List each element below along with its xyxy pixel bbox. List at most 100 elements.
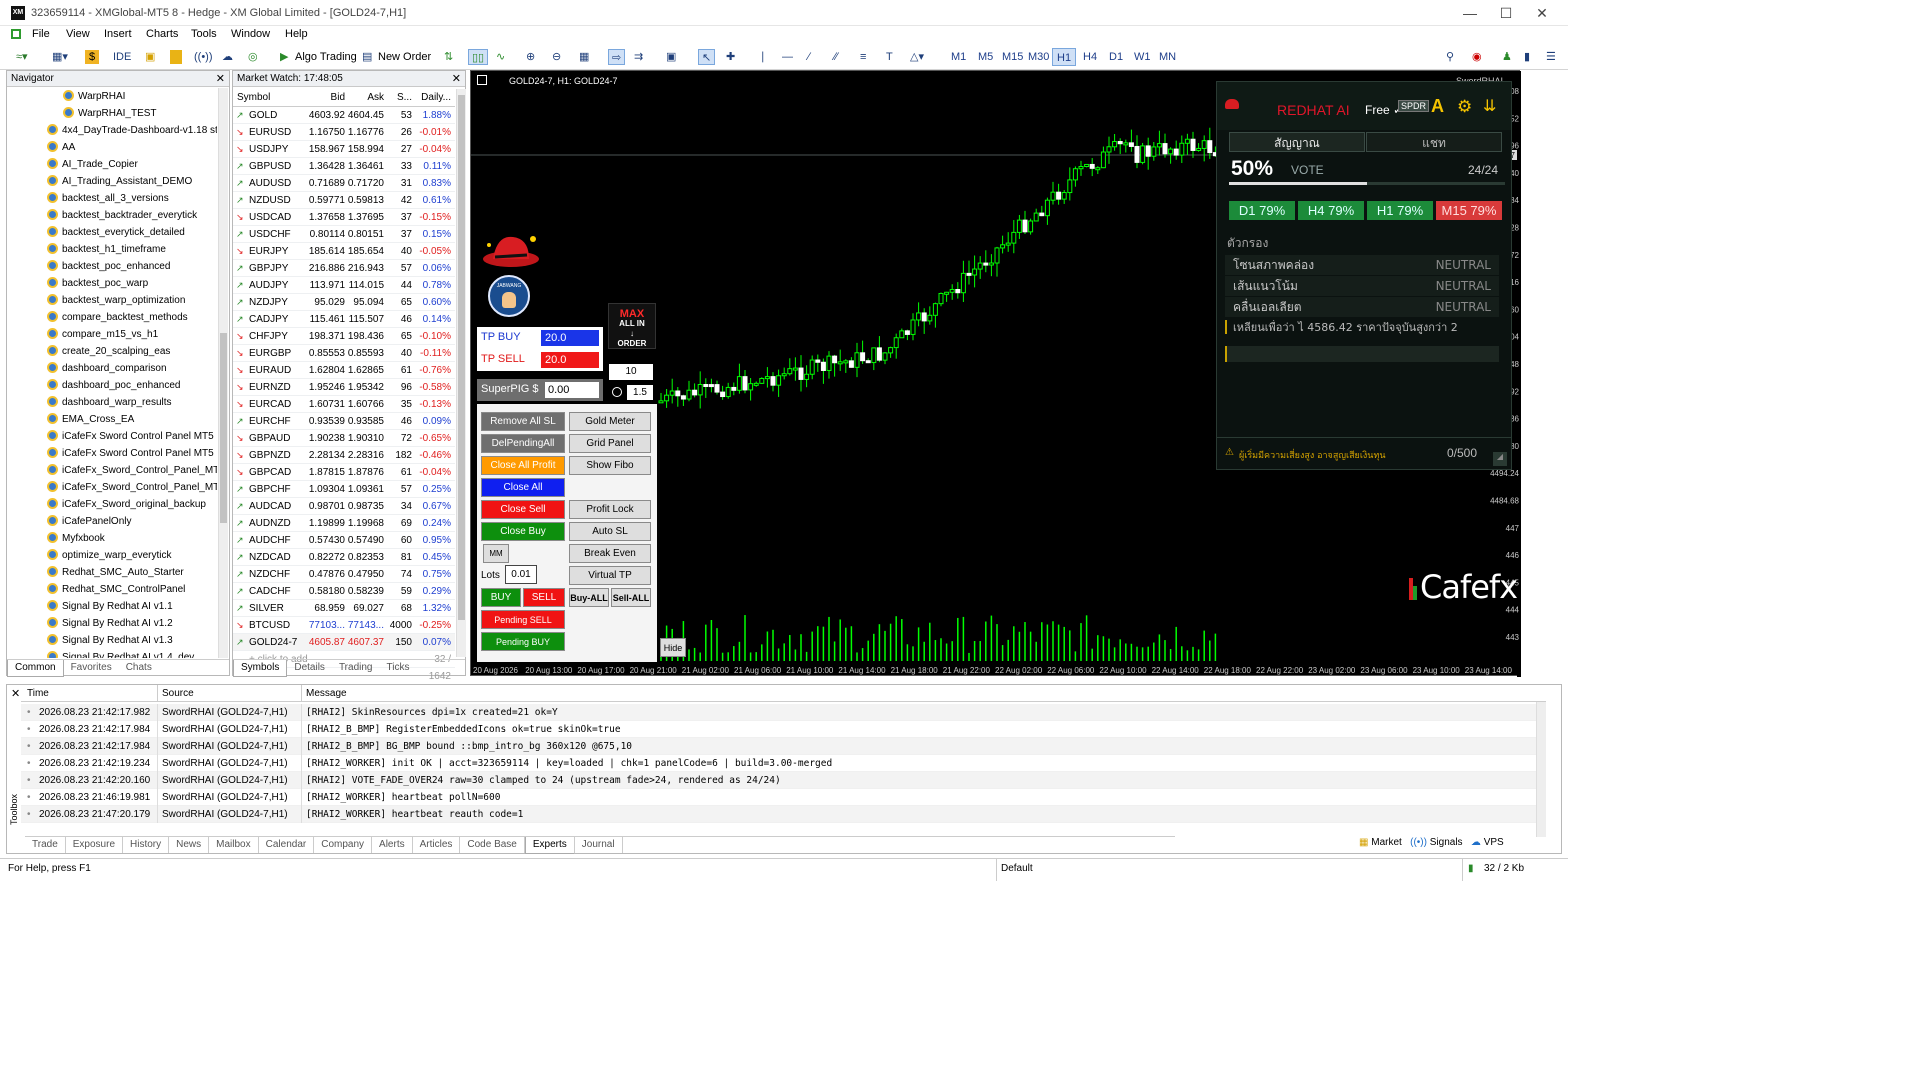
tab-trading[interactable]: Trading — [332, 660, 380, 676]
market-watch-row[interactable]: ↗ SILVER 68.959 69.027 68 1.32% — [233, 600, 455, 617]
close-buy-button[interactable]: Close Buy — [481, 522, 565, 541]
line-chart-icon[interactable]: ∿ — [496, 49, 505, 65]
algo-trading-button[interactable]: Algo Trading — [295, 49, 357, 65]
sell-button[interactable]: SELL — [523, 588, 565, 607]
menu-tools[interactable]: Tools — [191, 28, 217, 40]
col-symbol[interactable]: Symbol — [237, 89, 270, 107]
menu-charts[interactable]: Charts — [146, 28, 178, 40]
navigator-item[interactable]: AI_Trading_Assistant_DEMO — [7, 173, 217, 190]
market-watch-row[interactable]: ↗ AUDUSD 0.71689 0.71720 31 0.83% — [233, 175, 455, 192]
show-fibo-button[interactable]: Show Fibo — [569, 456, 651, 475]
minimize-button[interactable]: — — [1460, 4, 1480, 22]
navigator-item[interactable]: iCafePanelOnly — [7, 513, 217, 530]
close-all-button[interactable]: Close All — [481, 478, 565, 497]
market-watch-row[interactable]: ↗ EURCHF 0.93539 0.93585 46 0.09% — [233, 413, 455, 430]
status-profile[interactable]: Default — [1001, 863, 1033, 874]
pending-sell-button[interactable]: Pending SELL — [481, 610, 565, 629]
navigator-item[interactable]: backtest_poc_enhanced — [7, 258, 217, 275]
market-watch-row[interactable]: ↘ EURGBP 0.85553 0.85593 40 -0.11% — [233, 345, 455, 362]
navigator-item[interactable]: iCafeFx_Sword_Control_Panel_MT54 — [7, 462, 217, 479]
market-watch-row[interactable]: ↘ EURUSD 1.16750 1.16776 26 -0.01% — [233, 124, 455, 141]
navigator-item[interactable]: optimize_warp_everytick — [7, 547, 217, 564]
timeframe-d1[interactable]: D1 — [1105, 48, 1127, 66]
menu-help[interactable]: Help — [285, 28, 308, 40]
market-icon[interactable]: ▦ — [1359, 837, 1368, 848]
market-watch-row[interactable]: ↘ EURAUD 1.62804 1.62865 61 -0.76% — [233, 362, 455, 379]
market-watch-row[interactable]: ↘ GBPNZD 2.28134 2.28316 182 -0.46% — [233, 447, 455, 464]
vps-link[interactable]: VPS — [1484, 837, 1504, 848]
crosshair-icon[interactable]: ✚ — [726, 49, 735, 65]
tab-chat[interactable]: แชท — [1366, 132, 1502, 152]
navigator-item[interactable]: backtest_backtrader_everytick — [7, 207, 217, 224]
market-watch-row[interactable]: ↗ GBPUSD 1.36428 1.36461 33 0.11% — [233, 158, 455, 175]
market-watch-row[interactable]: ↘ CHFJPY 198.371 198.436 65 -0.10% — [233, 328, 455, 345]
grid-panel-button[interactable]: Grid Panel — [569, 434, 651, 453]
navigator-item[interactable]: compare_m15_vs_h1 — [7, 326, 217, 343]
navigator-item[interactable]: Signal By Redhat AI v1.1 — [7, 598, 217, 615]
redhat-mascot-icon[interactable] — [481, 229, 541, 271]
hide-button[interactable]: Hide — [660, 638, 686, 657]
col-message[interactable]: Message — [301, 685, 347, 702]
signal-strength-icon[interactable]: ▮ — [1524, 49, 1530, 65]
zoom-out-icon[interactable]: ⊖ — [552, 49, 561, 65]
market-watch-row[interactable]: ↗ AUDCHF 0.57430 0.57490 60 0.95% — [233, 532, 455, 549]
collapse-icon[interactable]: ⇊ — [1483, 96, 1496, 116]
small-value-input-1[interactable]: 10 — [609, 364, 653, 380]
auto-sl-button[interactable]: Auto SL — [569, 522, 651, 541]
col-spread[interactable]: S... — [385, 89, 412, 107]
pill-h1[interactable]: H1 79% — [1367, 201, 1433, 220]
market-watch-row[interactable]: ↘ EURCAD 1.60731 1.60766 35 -0.13% — [233, 396, 455, 413]
grid-icon[interactable]: ▦ — [579, 49, 589, 65]
sell-all-button[interactable]: Sell-ALL — [611, 588, 651, 607]
notifications-icon[interactable]: ◉ — [1472, 49, 1482, 65]
tab-favorites[interactable]: Favorites — [64, 660, 119, 676]
delete-pending-all-button[interactable]: DelPendingAll — [481, 434, 565, 453]
chart-window[interactable]: 4628.084618.524608.964599.404589.844580.… — [470, 70, 1521, 677]
market-watch-row[interactable]: ↗ CADJPY 115.461 115.507 46 0.14% — [233, 311, 455, 328]
market-watch-row[interactable]: ↗ USDCHF 0.80114 0.80151 37 0.15% — [233, 226, 455, 243]
pill-m15[interactable]: M15 79% — [1436, 201, 1502, 220]
tp-buy-input[interactable]: 20.0 — [541, 330, 599, 346]
toolbox-close-icon[interactable]: ✕ — [11, 687, 20, 700]
market-watch-row[interactable]: ↗ NZDJPY 95.029 95.094 65 0.60% — [233, 294, 455, 311]
navigator-item[interactable]: iCafeFx_Sword_Control_Panel_MT54 — [7, 479, 217, 496]
signals-link[interactable]: Signals — [1430, 837, 1463, 848]
search-icon[interactable]: ⚲ — [1446, 49, 1454, 65]
log-row[interactable]: • 2026.08.23 21:42:17.982 SwordRHAI (GOLD2… — [21, 704, 1536, 721]
spdr-badge[interactable]: SPDR — [1398, 100, 1430, 112]
navigator-item[interactable]: backtest_warp_optimization — [7, 292, 217, 309]
log-row[interactable]: • 2026.08.23 21:42:20.160 SwordRHAI (GOLD2… — [21, 772, 1536, 789]
tab-details[interactable]: Details — [287, 660, 332, 676]
shop-icon[interactable] — [170, 50, 182, 64]
resize-icon[interactable]: ◢ — [1493, 452, 1507, 466]
timeframe-m5[interactable]: M5 — [974, 48, 997, 66]
cloud-icon[interactable]: ☁ — [222, 49, 233, 65]
vps-icon[interactable]: ◎ — [248, 49, 258, 65]
market-watch-row[interactable]: ↗ NZDCHF 0.47876 0.47950 74 0.75% — [233, 566, 455, 583]
toolbox-tab-calendar[interactable]: Calendar — [259, 837, 315, 853]
buy-all-button[interactable]: Buy-ALL — [569, 588, 609, 607]
clock-icon[interactable] — [612, 387, 622, 397]
chart-type-icon[interactable]: ≈▾ — [16, 49, 28, 65]
profit-lock-button[interactable]: Profit Lock — [569, 500, 651, 519]
timeframe-m1[interactable]: M1 — [947, 48, 970, 66]
tab-ticks[interactable]: Ticks — [379, 660, 416, 676]
market-watch-row[interactable]: ↗ GBPCHF 1.09304 1.09361 57 0.25% — [233, 481, 455, 498]
col-bid[interactable]: Bid — [285, 89, 345, 107]
toolbox-tab-mailbox[interactable]: Mailbox — [209, 837, 259, 853]
market-watch-scrollbar[interactable] — [456, 89, 466, 657]
col-time[interactable]: Time — [27, 685, 49, 702]
market-watch-row[interactable]: ↘ USDCAD 1.37658 1.37695 37 -0.15% — [233, 209, 455, 226]
timeframe-mn[interactable]: MN — [1155, 48, 1180, 66]
log-row[interactable]: • 2026.08.23 21:42:17.984 SwordRHAI (GOLD2… — [21, 738, 1536, 755]
vertical-line-icon[interactable]: ∣ — [760, 49, 766, 65]
navigator-item[interactable]: backtest_h1_timeframe — [7, 241, 217, 258]
close-sell-button[interactable]: Close Sell — [481, 500, 565, 519]
navigator-item[interactable]: WarpRHAI — [7, 88, 217, 105]
pill-d1[interactable]: D1 79% — [1229, 201, 1295, 220]
candles-icon[interactable]: ▯▯ — [468, 49, 489, 65]
small-value-input-2[interactable]: 1.5 — [627, 385, 653, 400]
deposit-icon[interactable]: $ — [85, 50, 99, 64]
log-row[interactable]: • 2026.08.23 21:47:20.179 SwordRHAI (GOLD2… — [21, 806, 1536, 823]
toolbox-tab-articles[interactable]: Articles — [413, 837, 461, 853]
